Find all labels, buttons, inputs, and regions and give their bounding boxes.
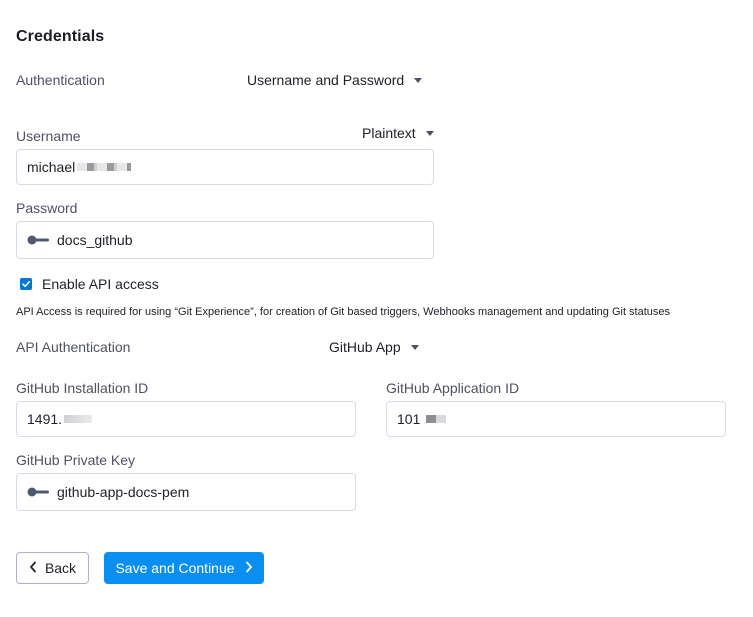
check-icon	[20, 278, 32, 290]
private-key-secret-input[interactable]: github-app-docs-pem	[16, 473, 356, 511]
installation-id-label: GitHub Installation ID	[16, 380, 149, 396]
section-title: Credentials	[16, 28, 105, 45]
enable-api-access-label: Enable API access	[42, 276, 159, 292]
username-label: Username	[16, 128, 81, 144]
caret-down-icon	[410, 344, 419, 350]
redaction-mask	[77, 163, 132, 171]
private-key-value: github-app-docs-pem	[57, 484, 190, 500]
application-id-value: 101	[397, 411, 421, 427]
password-label: Password	[16, 200, 78, 216]
installation-id-value: 1491.	[27, 411, 63, 427]
back-button-label: Back	[44, 560, 77, 576]
authentication-selected: Username and Password	[247, 72, 405, 88]
username-value: michael	[27, 159, 76, 175]
password-secret-input[interactable]: docs_github	[16, 221, 434, 259]
save-and-continue-button[interactable]: Save and Continue	[104, 552, 264, 584]
api-access-hint: API Access is required for using “Git Ex…	[16, 306, 671, 318]
username-input[interactable]: michael	[16, 149, 434, 185]
caret-down-icon	[425, 130, 434, 136]
chevron-right-icon	[245, 560, 253, 576]
authentication-dropdown[interactable]: Username and Password	[247, 72, 423, 88]
chevron-left-icon	[29, 560, 37, 576]
application-id-label: GitHub Application ID	[386, 380, 520, 396]
private-key-label: GitHub Private Key	[16, 452, 136, 468]
api-authentication-dropdown[interactable]: GitHub App	[329, 339, 419, 355]
save-and-continue-label: Save and Continue	[115, 560, 235, 576]
installation-id-input[interactable]: 1491.	[16, 401, 356, 437]
redaction-mask	[426, 415, 447, 423]
password-value: docs_github	[57, 232, 133, 248]
key-icon	[27, 235, 49, 245]
enable-api-access-checkbox[interactable]: Enable API access	[20, 276, 159, 292]
authentication-label: Authentication	[16, 72, 105, 88]
api-authentication-label: API Authentication	[16, 339, 131, 355]
key-icon	[27, 487, 49, 497]
application-id-input[interactable]: 101	[386, 401, 726, 437]
caret-down-icon	[414, 77, 423, 83]
redaction-mask	[64, 415, 93, 423]
back-button[interactable]: Back	[16, 552, 89, 584]
api-authentication-selected: GitHub App	[329, 339, 401, 355]
username-mode: Plaintext	[362, 125, 416, 141]
username-mode-dropdown[interactable]: Plaintext	[362, 125, 434, 141]
